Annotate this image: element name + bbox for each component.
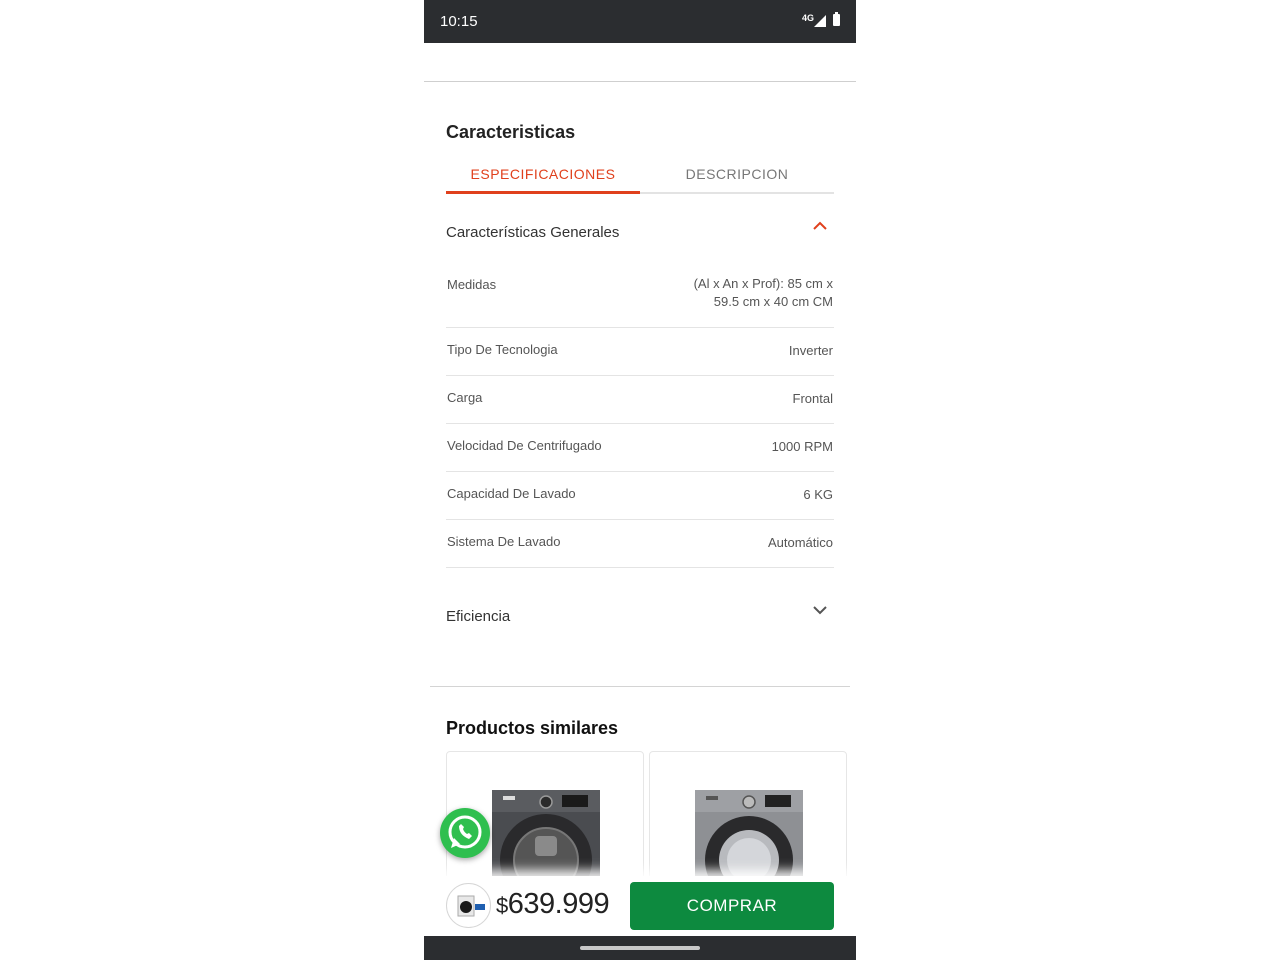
price-amount: 639.999 [507,888,610,920]
spec-key: Tipo De Tecnologia [447,342,558,357]
spec-key: Medidas [447,277,497,292]
spec-row: Tipo De Tecnologia Inverter [446,328,834,376]
spec-key: Velocidad De Centrifugado [447,438,602,453]
phone-screen: 10:15 4G Caracteristicas ESPECIFICACIONE… [424,0,856,960]
network-type: 4G [801,13,814,23]
spec-row: Medidas (Al x An x Prof): 85 cm x 59.5 c… [446,262,834,328]
buy-button[interactable]: COMPRAR [630,882,834,930]
spec-value: Inverter [788,343,833,358]
whatsapp-icon [448,815,482,849]
spec-table: Medidas (Al x An x Prof): 85 cm x 59.5 c… [446,262,834,568]
divider [424,81,856,82]
divider [430,686,850,687]
product-thumbnail [446,883,491,928]
group-header-generales[interactable]: Características Generales [446,214,834,254]
tab-descripcion[interactable]: DESCRIPCION [640,166,834,182]
status-bar: 10:15 4G [424,0,856,43]
price: $639.999 [496,888,610,921]
washing-machine-thumbnail-icon [457,895,485,917]
signal-icon [814,15,826,27]
spec-tabs: ESPECIFICACIONES DESCRIPCION [446,160,834,194]
spec-row: Sistema De Lavado Automático [446,520,834,568]
spec-key: Sistema De Lavado [447,534,561,549]
chevron-up-icon[interactable] [812,218,828,234]
purchase-bar: $639.999 COMPRAR [424,876,856,936]
spec-value: Automático [767,535,833,550]
navigation-bar [424,936,856,960]
washing-machine-image [695,790,803,890]
price-currency: $ [496,893,508,918]
home-gesture-handle[interactable] [580,946,700,950]
group-label: Características Generales [446,224,620,241]
spec-value: (Al x An x Prof): 85 cm x 59.5 cm x 40 c… [694,275,833,311]
section-title: Caracteristicas [446,122,576,142]
spec-key: Capacidad De Lavado [447,486,576,501]
group-header-eficiencia[interactable]: Eficiencia [446,598,834,638]
tab-especificaciones[interactable]: ESPECIFICACIONES [446,166,640,182]
chevron-down-icon[interactable] [812,602,828,618]
active-tab-indicator [446,191,640,194]
product-card[interactable] [649,751,847,891]
spec-row: Capacidad De Lavado 6 KG [446,472,834,520]
spec-value-line: (Al x An x Prof): 85 cm x [693,276,833,291]
similar-products-title: Productos similares [446,718,619,738]
whatsapp-button[interactable] [440,808,490,858]
spec-value-line: 59.5 cm x 40 cm CM [713,294,833,309]
spec-row: Velocidad De Centrifugado 1000 RPM [446,424,834,472]
group-label: Eficiencia [446,608,511,625]
spec-key: Carga [447,390,483,405]
status-time: 10:15 [440,13,478,30]
battery-icon [833,12,840,26]
spec-row: Carga Frontal [446,376,834,424]
spec-value: 1000 RPM [771,439,833,454]
spec-value: Frontal [792,391,833,406]
spec-value: 6 KG [803,487,833,502]
